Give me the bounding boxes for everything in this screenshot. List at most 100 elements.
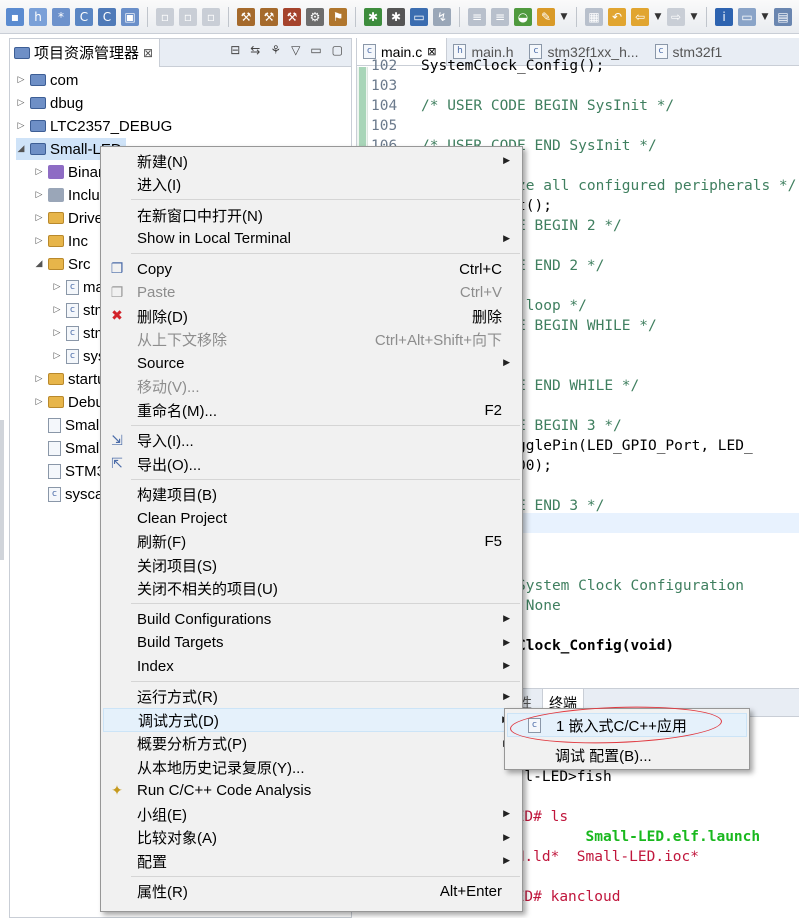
collapsed-arrow-icon[interactable]: ▷ — [52, 282, 62, 292]
editor-tab[interactable]: c stm32f1 — [649, 38, 733, 65]
menu-item[interactable]: ✖ 删除(D) 删除 — [103, 304, 520, 328]
menu-item[interactable]: Show in Local Terminal ▶ — [103, 227, 520, 251]
tree-item[interactable]: ▷ dbug — [16, 92, 84, 114]
menu-item[interactable]: 重命名(M)... F2 — [103, 398, 520, 422]
collapsed-arrow-icon[interactable]: ▷ — [34, 167, 44, 177]
collapsed-arrow-icon[interactable]: ▷ — [34, 190, 44, 200]
collapsed-arrow-icon[interactable]: ▷ — [52, 351, 62, 361]
collapsed-arrow-icon[interactable]: ▷ — [34, 374, 44, 384]
chevron-down-icon[interactable]: ▼ — [690, 8, 698, 26]
collapsed-arrow-icon[interactable]: ▷ — [34, 236, 44, 246]
menu-item[interactable]: 小组(E) ▶ — [103, 802, 520, 826]
collapsed-arrow-icon[interactable]: ▷ — [16, 75, 26, 85]
menu-item[interactable]: 运行方式(R) ▶ — [103, 685, 520, 709]
back-icon[interactable]: ⇦ — [631, 7, 649, 26]
open-type-icon[interactable]: ◒ — [514, 7, 532, 26]
explorer-tab[interactable]: 项目资源管理器 ⊠ — [10, 38, 161, 67]
new-class-icon[interactable]: C — [75, 7, 93, 26]
submenu-item[interactable]: c 1 嵌入式C/C++应用 — [507, 713, 747, 737]
debug-config-icon[interactable]: ✱ — [387, 7, 405, 26]
main-toolbar: ▪ h * C C ▣ ▫ ▫ ▫ ⚒ ⚒ ⚒ ⚙ ⚑ ✱ ✱ ▭ ↯ ≡ ≡ … — [0, 0, 799, 34]
line-number: 102 — [371, 58, 398, 74]
menu-item[interactable]: 在新窗口中打开(N) — [103, 203, 520, 227]
debug-icon[interactable]: ✱ — [364, 7, 382, 26]
menu-item[interactable]: 刷新(F) F5 — [103, 530, 520, 554]
save-icon[interactable]: ▫ — [156, 7, 174, 26]
maximize-icon[interactable]: ▢ — [332, 43, 343, 57]
link-icon[interactable]: ↯ — [433, 7, 451, 26]
search-icon[interactable]: ✎ — [537, 7, 555, 26]
close-icon[interactable]: ⊠ — [143, 46, 153, 60]
tree-item[interactable]: ▷ Inc — [34, 230, 88, 252]
menu-item[interactable]: ✦ Run C/C++ Code Analysis — [103, 779, 520, 803]
menu-item[interactable]: 关闭不相关的项目(U) — [103, 577, 520, 601]
new-header-icon[interactable]: h — [29, 7, 47, 26]
build-all-icon[interactable]: ⚒ — [260, 7, 278, 26]
build-config-icon[interactable]: ⚙ — [306, 7, 324, 26]
code-analysis-icon: ✦ — [111, 782, 123, 799]
build-target-icon[interactable]: ⚑ — [329, 7, 347, 26]
close-icon[interactable]: ⊠ — [427, 45, 436, 58]
menu-item[interactable]: ⇲ 导入(I)... — [103, 429, 520, 453]
menu-item[interactable]: ❐ Copy Ctrl+C — [103, 257, 520, 281]
tree-item[interactable]: ▷ LTC2357_DEBUG — [16, 115, 173, 137]
last-edit-icon[interactable]: ↶ — [608, 7, 626, 26]
collapsed-arrow-icon[interactable]: ▷ — [34, 397, 44, 407]
chevron-down-icon[interactable]: ▼ — [761, 8, 769, 26]
menu-item-label: 从上下文移除 — [137, 332, 228, 349]
new-file-icon[interactable]: ▪ — [6, 7, 24, 26]
menu-item-shortcut: Ctrl+C — [459, 260, 502, 278]
menu-item[interactable]: 关闭项目(S) — [103, 553, 520, 577]
new-project-icon[interactable]: ▣ — [121, 7, 139, 26]
menu-item[interactable]: 配置 ▶ — [103, 849, 520, 873]
window-icon[interactable]: ▭ — [738, 7, 756, 26]
menu-item[interactable]: 新建(N) ▶ — [103, 149, 520, 173]
menu-item[interactable]: Build Targets ▶ — [103, 631, 520, 655]
tree-item[interactable]: ◢ Src — [34, 253, 91, 275]
minimize-icon[interactable]: ▭ — [310, 43, 321, 57]
mark-occurrences-icon[interactable]: ▦ — [585, 7, 603, 26]
new-cpp-icon[interactable]: C — [98, 7, 116, 26]
menu-item[interactable]: 调试方式(D)▶ — [103, 708, 520, 732]
tree-item[interactable]: ▷ com — [16, 69, 79, 91]
menu-item[interactable]: 属性(R) Alt+Enter — [103, 880, 520, 904]
collapsed-arrow-icon[interactable]: ▷ — [52, 328, 62, 338]
menu-item[interactable]: 比较对象(A) ▶ — [103, 826, 520, 850]
expanded-arrow-icon[interactable]: ◢ — [16, 144, 26, 154]
clean-build-icon[interactable]: ⚒ — [283, 7, 301, 26]
menu-item[interactable]: Build Configurations ▶ — [103, 607, 520, 631]
save-all-icon[interactable]: ▫ — [179, 7, 197, 26]
build-hammer-icon[interactable]: ⚒ — [237, 7, 255, 26]
chevron-down-icon[interactable]: ▼ — [654, 8, 662, 26]
tree-item-label: com — [50, 71, 79, 89]
collapsed-arrow-icon[interactable]: ▷ — [16, 98, 26, 108]
info-icon[interactable]: i — [715, 7, 733, 26]
collapsed-arrow-icon[interactable]: ▷ — [52, 305, 62, 315]
link-editor-icon[interactable]: ⇆ — [250, 43, 260, 57]
new-source-icon[interactable]: * — [52, 7, 70, 26]
indent-icon[interactable]: ≡ — [491, 7, 509, 26]
menu-item[interactable]: Clean Project — [103, 506, 520, 530]
view-menu-icon[interactable]: ▽ — [291, 43, 300, 57]
menu-item[interactable]: Index ▶ — [103, 654, 520, 678]
format-icon[interactable]: ≡ — [468, 7, 486, 26]
menu-item[interactable]: 从本地历史记录复原(Y)... — [103, 755, 520, 779]
terminal-icon[interactable]: ▭ — [410, 7, 428, 26]
menu-item[interactable]: 构建项目(B) — [103, 483, 520, 507]
collapse-all-icon[interactable]: ⊟ — [230, 43, 240, 57]
menu-item[interactable]: 进入(I) — [103, 173, 520, 197]
chevron-down-icon[interactable]: ▼ — [560, 8, 568, 26]
filter-icon[interactable]: ⚘ — [270, 43, 281, 57]
submenu-item[interactable]: 调试 配置(B)... — [507, 743, 747, 767]
submenu-arrow-icon: ▶ — [503, 233, 510, 244]
menu-item[interactable]: Source ▶ — [103, 351, 520, 375]
perspective-icon[interactable]: ▤ — [774, 7, 792, 26]
menu-item: ❐ Paste Ctrl+V — [103, 281, 520, 305]
collapsed-arrow-icon[interactable]: ▷ — [16, 121, 26, 131]
forward-icon[interactable]: ⇨ — [667, 7, 685, 26]
menu-item[interactable]: 概要分析方式(P)▶ — [103, 732, 520, 756]
menu-item[interactable]: ⇱ 导出(O)... — [103, 452, 520, 476]
collapsed-arrow-icon[interactable]: ▷ — [34, 213, 44, 223]
expanded-arrow-icon[interactable]: ◢ — [34, 259, 44, 269]
print-icon[interactable]: ▫ — [202, 7, 220, 26]
